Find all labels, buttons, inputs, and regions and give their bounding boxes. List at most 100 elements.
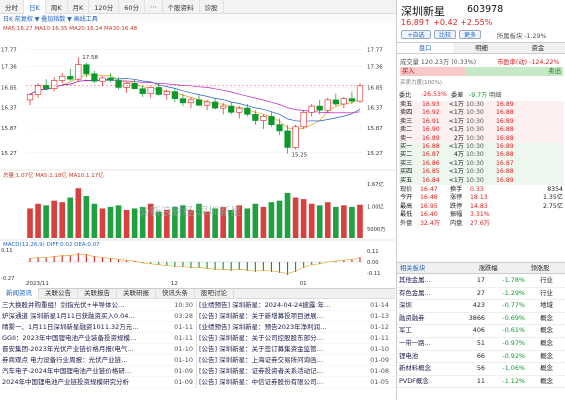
period-tab[interactable]: 日K xyxy=(24,0,46,14)
candle-body[interactable] xyxy=(268,116,275,125)
candle-body[interactable] xyxy=(308,105,315,113)
news-title[interactable]: [公告] 深圳新星：关于签订募集资金监管… xyxy=(199,344,370,354)
candle-body[interactable] xyxy=(332,99,339,105)
news-link-left[interactable]: 炉深通道 深圳新星1月11日获融资买入0.04… 03:28 xyxy=(0,311,196,321)
candle-body[interactable] xyxy=(356,85,364,102)
volume-bar[interactable] xyxy=(244,208,251,238)
candle-body[interactable] xyxy=(276,124,283,132)
candle-body[interactable] xyxy=(292,126,299,148)
candle-body[interactable] xyxy=(67,75,74,80)
news-title[interactable]: 2024年中国锂电池产业链投资规模研究分析 xyxy=(2,377,174,387)
news-tab[interactable]: 快讯头条 xyxy=(156,288,195,299)
sector-name[interactable]: 锂电池 xyxy=(397,350,459,364)
candle-body[interactable] xyxy=(252,114,259,121)
candle-body[interactable] xyxy=(316,105,323,111)
news-title[interactable]: 券商观点 电力设备行业周报：光伏产业链… xyxy=(2,355,174,365)
candle-body[interactable] xyxy=(91,73,98,82)
related-sector-row[interactable]: 深圳 423 -0.77% 地域 xyxy=(397,299,565,313)
volume-bar[interactable] xyxy=(91,203,98,238)
candle-body[interactable] xyxy=(220,105,227,109)
candle-body[interactable] xyxy=(244,107,251,115)
candle-body[interactable] xyxy=(324,99,331,111)
candle-body[interactable] xyxy=(131,83,138,89)
compare-button[interactable]: 比较 xyxy=(434,30,456,39)
sector-name[interactable]: 融资融券 xyxy=(397,312,459,326)
volume-bar[interactable] xyxy=(349,206,355,238)
news-title[interactable]: [公告] 深圳新星：关于新增募投项目进展… xyxy=(199,311,370,321)
candle-body[interactable] xyxy=(147,87,154,94)
volume-bar[interactable] xyxy=(333,206,339,238)
news-link-left[interactable]: 晋安集团-2023年光伏产业链价格月报(电气… 01-10 xyxy=(0,344,196,354)
candle-body[interactable] xyxy=(236,107,243,113)
volume-bar[interactable] xyxy=(99,208,106,238)
volume-bar[interactable] xyxy=(316,205,323,238)
news-link-left[interactable]: GGII：2023年中国锂电池产业装备投资规模… 01-11 xyxy=(0,333,196,343)
volume-bar[interactable] xyxy=(324,202,331,238)
news-link-right[interactable]: [业绩预告] 深圳新星：2024-04-24披露 年… 01-14 xyxy=(196,300,392,310)
news-tab[interactable]: 关联研报 xyxy=(117,288,156,299)
related-sector-row[interactable]: 其他金属… 17 -1.78% 行业 xyxy=(397,275,565,288)
candle-body[interactable] xyxy=(115,80,122,88)
volume-bar[interactable] xyxy=(341,205,347,238)
candle-body[interactable] xyxy=(179,98,187,104)
volume-bar[interactable] xyxy=(260,206,267,238)
volume-bar[interactable] xyxy=(357,204,363,238)
volume-bar[interactable] xyxy=(131,208,138,238)
period-tab[interactable]: 60分 xyxy=(119,0,145,14)
volume-bar[interactable] xyxy=(75,188,82,238)
candle-body[interactable] xyxy=(187,99,195,104)
volume-bar[interactable] xyxy=(107,206,114,238)
candle-body[interactable] xyxy=(163,91,170,95)
related-sector-row[interactable]: 融资融券 3866 -0.69% 概念 xyxy=(397,312,565,326)
news-tab[interactable]: 股吧讨论 xyxy=(195,288,234,299)
period-tab[interactable]: 个股资料 xyxy=(163,0,200,14)
volume-bar[interactable] xyxy=(284,192,291,238)
period-tab[interactable]: 120分 xyxy=(89,0,120,14)
candle-body[interactable] xyxy=(260,116,267,121)
volume-bar[interactable] xyxy=(308,203,315,238)
candle-body[interactable] xyxy=(59,75,66,81)
news-link-left[interactable]: 晴雾一、1月11日深圳新星融资1011.32万元… 01-11 xyxy=(0,322,196,332)
news-tab[interactable]: 关联报告 xyxy=(78,288,117,299)
related-sector-row[interactable]: 一带一路… 51 -0.97% 概念 xyxy=(397,337,565,351)
candle-body[interactable] xyxy=(171,91,178,99)
candle-body[interactable] xyxy=(34,85,42,95)
sector-name[interactable]: 军工 xyxy=(397,324,459,338)
news-title[interactable]: 晴雾一、1月11日深圳新星融资1011.32万元… xyxy=(2,322,174,332)
candle-body[interactable] xyxy=(99,77,106,82)
tab-related-leader[interactable]: 领涨股 xyxy=(514,263,565,273)
news-link-right[interactable]: [公告] 深圳新星：中信证券股份有限公司… 01-05 xyxy=(196,377,392,387)
candle-body[interactable] xyxy=(51,80,58,89)
news-title[interactable]: [公告] 深圳新星：上海证券交易所问询函… xyxy=(199,355,370,365)
news-title[interactable]: [公告] 深圳新星：关于公司控股股东部分… xyxy=(199,333,370,343)
period-tab[interactable]: 周K xyxy=(46,0,68,14)
volume-bar[interactable] xyxy=(276,200,283,238)
tab-related-change[interactable]: 涨跌幅 xyxy=(462,263,514,273)
news-title[interactable]: [业绩预告] 深圳新星：预告2023年净利润… xyxy=(199,322,370,332)
news-title[interactable]: 晋安集团-2023年光伏产业链价格月报(电气… xyxy=(2,344,174,354)
tab-funds[interactable]: 资金 xyxy=(510,43,565,53)
related-sector-row[interactable]: 新材料概念 56 -1.06% 概念 xyxy=(397,362,565,376)
candle-body[interactable] xyxy=(348,98,356,102)
news-title[interactable]: [公告] 深圳新星：中信证券股份有限公司… xyxy=(199,377,370,387)
news-title[interactable]: 炉深通道 深圳新星1月11日获融资买入0.04… xyxy=(2,311,174,321)
news-title[interactable]: 汽车电子-2024年中国锂电池产业链价格研… xyxy=(2,366,174,376)
news-title[interactable]: [业绩预告] 深圳新星：2024-04-24披露 年… xyxy=(199,300,370,310)
candle-body[interactable] xyxy=(139,88,146,94)
news-link-right[interactable]: [公告] 深圳新星：关于签订募集资金监管… 01-10 xyxy=(196,344,392,354)
sector-name[interactable]: 其他金属… xyxy=(397,275,459,288)
volume-bar[interactable] xyxy=(83,196,90,238)
sector-name[interactable]: 新材料概念 xyxy=(397,362,459,376)
more-button[interactable]: 更多 xyxy=(459,30,481,39)
related-sector-row[interactable]: 有色金属… 27 -1.29% 行业 xyxy=(397,287,565,301)
tab-related-sectors[interactable]: 相关板块 xyxy=(397,263,462,273)
news-tab[interactable]: 新闻资讯 xyxy=(0,288,39,299)
news-link-right[interactable]: [公告] 深圳新星：上海证券交易所问询函… 01-09 xyxy=(196,355,392,365)
volume-bar[interactable] xyxy=(67,197,74,238)
news-link-right[interactable]: [公告] 深圳新星：关于新增募投项目进展… 01-13 xyxy=(196,311,392,321)
candle-body[interactable] xyxy=(228,105,235,113)
volume-bar[interactable] xyxy=(300,199,307,238)
volume-bar[interactable] xyxy=(43,205,49,238)
volume-bar[interactable] xyxy=(292,197,299,238)
candle-body[interactable] xyxy=(26,94,34,101)
